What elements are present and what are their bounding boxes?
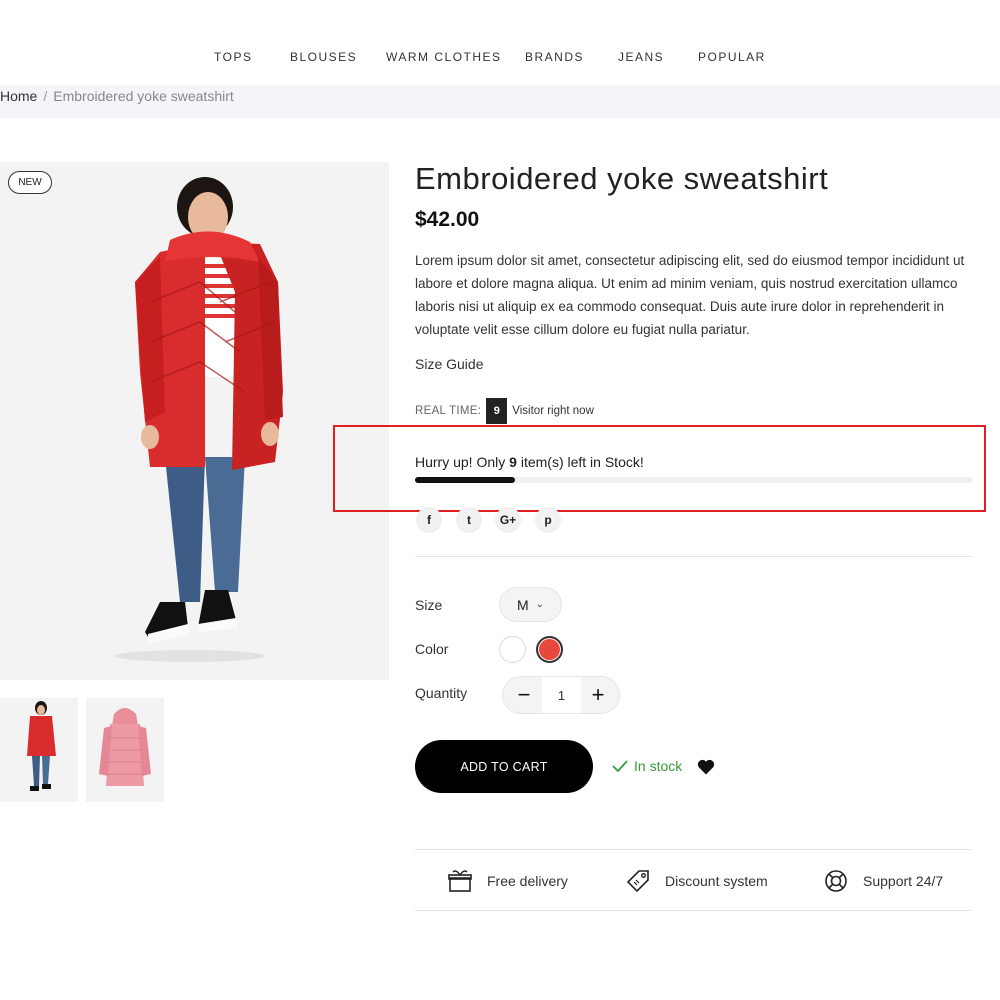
twitter-icon[interactable]: t [456,507,482,533]
feature-discount-system-label: Discount system [665,873,768,889]
thumbnail-pink-coat[interactable] [86,698,164,802]
model-in-red-coat-illustration [0,162,389,680]
stock-prefix: Hurry up! Only [415,454,506,470]
color-swatch-red[interactable] [536,636,563,663]
main-product-image[interactable] [0,162,389,680]
google-plus-icon[interactable]: G+ [495,507,521,533]
size-guide-link[interactable]: Size Guide [415,356,483,372]
realtime-label: REAL TIME: [415,405,482,417]
stock-count: 9 [509,454,517,470]
nav-item-jeans[interactable]: JEANS [618,50,664,62]
in-stock-label: In stock [634,758,683,774]
quantity-stepper: − 1 + [502,676,620,714]
breadcrumb-current: Embroidered yoke sweatshirt [53,88,234,104]
top-navigation: TOPS BLOUSES WARM CLOTHES BRANDS JEANS P… [0,0,1000,62]
discount-tag-icon [626,870,649,893]
size-select[interactable]: M ⌄ [499,587,562,622]
lifebuoy-icon [825,870,847,892]
color-label: Color [415,641,449,657]
thumbnail-pink-coat-illustration [86,698,164,802]
chevron-down-icon: ⌄ [535,599,545,610]
feature-free-delivery-label: Free delivery [487,873,568,889]
nav-item-blouses[interactable]: BLOUSES [290,50,357,62]
nav-item-tops[interactable]: TOPS [214,50,252,62]
nav-item-brands[interactable]: BRANDS [525,50,584,62]
realtime-count: 9 [486,398,508,424]
feature-discount-system: Discount system [625,868,768,894]
quantity-increase-button[interactable]: + [579,677,617,713]
thumbnail-red-coat-illustration [0,698,78,802]
nav-item-popular[interactable]: POPULAR [698,50,766,62]
in-stock-status: In stock [612,758,682,774]
wishlist-heart-icon[interactable] [696,757,716,777]
divider [415,849,972,850]
nav-item-warm-clothes[interactable]: WARM CLOTHES [386,50,502,62]
realtime-visitors: REAL TIME: 9 Visitor right now [415,398,594,424]
size-label: Size [415,597,443,613]
thumbnail-red-coat[interactable] [0,698,78,802]
stock-suffix: item(s) left in Stock! [520,454,644,470]
breadcrumb-separator: / [43,88,48,104]
pinterest-icon[interactable]: p [535,507,561,533]
product-price: $42.00 [415,208,480,231]
divider [415,556,972,557]
feature-free-delivery: Free delivery [447,868,568,894]
quantity-label: Quantity [415,685,468,701]
quantity-decrease-button[interactable]: − [505,677,543,713]
breadcrumb: Home / Embroidered yoke sweatshirt [0,88,234,104]
product-description: Lorem ipsum dolor sit amet, consectetur … [415,253,965,337]
stock-progress-fill [415,477,516,483]
feature-support-label: Support 24/7 [863,873,944,889]
delivery-box-icon [448,870,472,892]
breadcrumb-home-link[interactable]: Home [0,88,37,104]
stock-progress-bar [415,477,972,483]
new-badge: NEW [8,171,52,194]
facebook-icon[interactable]: f [416,507,442,533]
product-title: Embroidered yoke sweatshirt [415,161,829,196]
realtime-suffix: Visitor right now [512,405,594,417]
checkmark-icon [612,760,628,772]
color-swatch-white[interactable] [499,636,526,663]
size-select-value: M [516,596,529,613]
feature-support: Support 24/7 [823,868,943,894]
quantity-input[interactable]: 1 [542,677,581,713]
divider [415,910,972,911]
add-to-cart-button[interactable]: ADD TO CART [415,740,593,793]
stock-message: Hurry up! Only 9 item(s) left in Stock! [415,454,644,470]
